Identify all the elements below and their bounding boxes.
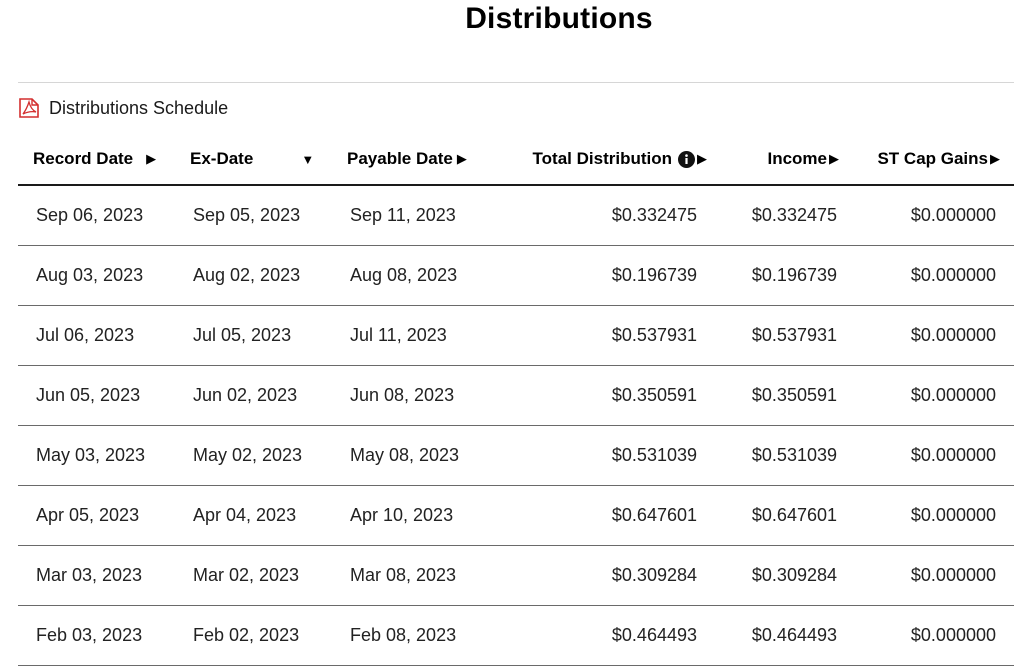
payable-date-cell: May 08, 2023 <box>332 425 489 486</box>
income-cell: $0.537931 <box>713 305 847 366</box>
total-distribution-cell: $0.332475 <box>489 185 713 246</box>
sort-right-icon: ▶ <box>456 151 467 166</box>
total-distribution-cell: $0.350591 <box>489 365 713 426</box>
payable-date-cell: Mar 08, 2023 <box>332 545 489 606</box>
ex-date-cell: Apr 04, 2023 <box>175 485 332 546</box>
ex-date-cell: Feb 02, 2023 <box>175 605 332 666</box>
column-header-income[interactable]: Income ▶ <box>713 134 847 186</box>
st-cap-gains-cell: $0.000000 <box>847 245 1014 306</box>
header-label: Record Date <box>33 149 134 168</box>
ex-date-cell: Aug 02, 2023 <box>175 245 332 306</box>
sort-right-icon: ▶ <box>697 151 707 166</box>
column-header-total-distribution[interactable]: Total Distribution ▶ <box>489 134 713 186</box>
table-row: Jul 06, 2023 Jul 05, 2023 Jul 11, 2023 $… <box>18 305 1014 366</box>
payable-date-cell: Aug 08, 2023 <box>332 245 489 306</box>
sort-right-icon: ▶ <box>829 151 839 166</box>
income-cell: $0.464493 <box>713 605 847 666</box>
payable-date-cell: Feb 08, 2023 <box>332 605 489 666</box>
title-area: Distributions <box>0 0 1014 40</box>
record-date-cell: Sep 06, 2023 <box>18 185 175 246</box>
table-row: Mar 03, 2023 Mar 02, 2023 Mar 08, 2023 $… <box>18 545 1014 606</box>
total-distribution-cell: $0.309284 <box>489 545 713 606</box>
distributions-schedule-label: Distributions Schedule <box>49 98 229 118</box>
ex-date-cell: Jul 05, 2023 <box>175 305 332 366</box>
ex-date-cell: May 02, 2023 <box>175 425 332 486</box>
ex-date-cell: Mar 02, 2023 <box>175 545 332 606</box>
column-header-payable-date[interactable]: Payable Date ▶ <box>332 134 489 186</box>
table-row: Sep 06, 2023 Sep 05, 2023 Sep 11, 2023 $… <box>18 185 1014 246</box>
record-date-cell: Feb 03, 2023 <box>18 605 175 666</box>
income-cell: $0.350591 <box>713 365 847 426</box>
record-date-cell: Mar 03, 2023 <box>18 545 175 606</box>
table-row: Feb 03, 2023 Feb 02, 2023 Feb 08, 2023 $… <box>18 605 1014 666</box>
total-distribution-cell: $0.647601 <box>489 485 713 546</box>
table-header-row: Record Date ▶ Ex-Date ▼ Payable Date ▶ T… <box>18 134 1014 186</box>
header-label: Payable Date <box>347 149 453 168</box>
sort-right-icon: ▶ <box>990 151 1000 166</box>
header-label: Income <box>767 149 827 168</box>
distributions-table: Record Date ▶ Ex-Date ▼ Payable Date ▶ T… <box>18 134 1014 666</box>
st-cap-gains-cell: $0.000000 <box>847 605 1014 666</box>
distributions-schedule-link[interactable]: Distributions Schedule <box>18 96 228 120</box>
income-cell: $0.647601 <box>713 485 847 546</box>
table-row: May 03, 2023 May 02, 2023 May 08, 2023 $… <box>18 425 1014 486</box>
total-distribution-cell: $0.531039 <box>489 425 713 486</box>
total-distribution-cell: $0.196739 <box>489 245 713 306</box>
table-row: Jun 05, 2023 Jun 02, 2023 Jun 08, 2023 $… <box>18 365 1014 426</box>
payable-date-cell: Apr 10, 2023 <box>332 485 489 546</box>
total-distribution-cell: $0.464493 <box>489 605 713 666</box>
column-header-record-date[interactable]: Record Date ▶ <box>18 134 175 186</box>
record-date-cell: Apr 05, 2023 <box>18 485 175 546</box>
sort-down-icon: ▼ <box>301 151 315 167</box>
income-cell: $0.332475 <box>713 185 847 246</box>
header-label: ST Cap Gains <box>877 149 988 168</box>
total-distribution-cell: $0.537931 <box>489 305 713 366</box>
st-cap-gains-cell: $0.000000 <box>847 425 1014 486</box>
income-cell: $0.309284 <box>713 545 847 606</box>
header-label: Total Distribution <box>532 149 672 168</box>
st-cap-gains-cell: $0.000000 <box>847 485 1014 546</box>
ex-date-cell: Jun 02, 2023 <box>175 365 332 426</box>
table-row: Apr 05, 2023 Apr 04, 2023 Apr 10, 2023 $… <box>18 485 1014 546</box>
income-cell: $0.531039 <box>713 425 847 486</box>
info-icon[interactable] <box>678 150 695 168</box>
st-cap-gains-cell: $0.000000 <box>847 545 1014 606</box>
column-header-st-cap-gains[interactable]: ST Cap Gains ▶ <box>847 134 1014 186</box>
pdf-icon <box>18 97 40 119</box>
section-divider <box>18 82 1014 83</box>
record-date-cell: Jun 05, 2023 <box>18 365 175 426</box>
sort-right-icon: ▶ <box>146 151 157 166</box>
record-date-cell: Aug 03, 2023 <box>18 245 175 306</box>
ex-date-cell: Sep 05, 2023 <box>175 185 332 246</box>
header-label: Ex-Date <box>190 149 254 168</box>
column-header-ex-date[interactable]: Ex-Date ▼ <box>175 134 332 186</box>
payable-date-cell: Jun 08, 2023 <box>332 365 489 426</box>
payable-date-cell: Jul 11, 2023 <box>332 305 489 366</box>
page-title: Distributions <box>465 2 653 35</box>
st-cap-gains-cell: $0.000000 <box>847 365 1014 426</box>
record-date-cell: May 03, 2023 <box>18 425 175 486</box>
record-date-cell: Jul 06, 2023 <box>18 305 175 366</box>
payable-date-cell: Sep 11, 2023 <box>332 185 489 246</box>
income-cell: $0.196739 <box>713 245 847 306</box>
table-row: Aug 03, 2023 Aug 02, 2023 Aug 08, 2023 $… <box>18 245 1014 306</box>
st-cap-gains-cell: $0.000000 <box>847 185 1014 246</box>
st-cap-gains-cell: $0.000000 <box>847 305 1014 366</box>
